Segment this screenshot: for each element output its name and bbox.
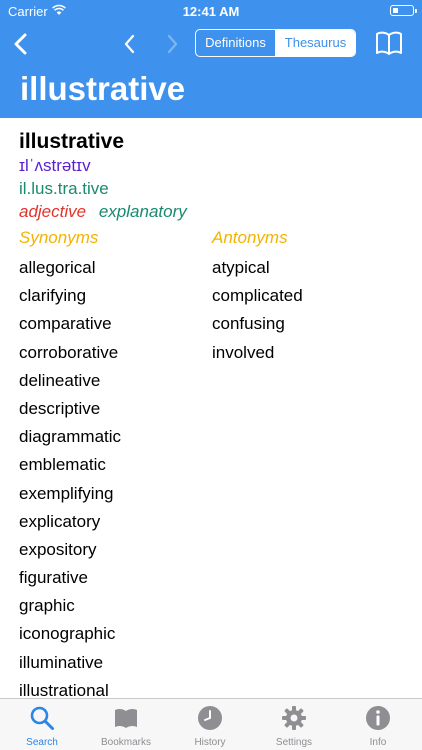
tab-label: History — [194, 737, 226, 748]
back-icon[interactable] — [8, 30, 34, 58]
antonym-item[interactable]: atypical — [212, 254, 303, 282]
header: Carrier 12:41 AM Definitions Thesaurus i… — [0, 0, 422, 118]
tab-settings[interactable]: Settings — [252, 705, 336, 748]
synonym-item[interactable]: emblematic — [19, 451, 121, 479]
synonyms-list: allegorical clarifying comparative corro… — [19, 254, 121, 705]
synonym-item[interactable]: descriptive — [19, 395, 121, 423]
tab-label: Settings — [275, 737, 313, 748]
synonym-item[interactable]: graphic — [19, 592, 121, 620]
antonym-item[interactable]: confusing — [212, 310, 303, 338]
gear-icon — [282, 706, 306, 730]
antonyms-column: Antonyms atypical complicated confusing … — [212, 226, 303, 367]
bookmarks-icon — [115, 708, 137, 728]
synonym-item[interactable]: comparative — [19, 310, 121, 338]
previous-entry-icon[interactable] — [118, 30, 142, 58]
synonym-item[interactable]: figurative — [19, 564, 121, 592]
tab-label: Search — [26, 737, 58, 748]
synonym-item[interactable]: clarifying — [19, 282, 121, 310]
segment-definitions[interactable]: Definitions — [196, 30, 276, 56]
tab-label: Bookmarks — [100, 737, 151, 748]
tab-info[interactable]: Info — [336, 705, 420, 748]
search-icon — [30, 706, 54, 730]
synonym-item[interactable]: iconographic — [19, 620, 121, 648]
part-of-speech: adjective — [19, 202, 87, 221]
synonym-item[interactable]: delineative — [19, 367, 121, 395]
synonym-item[interactable]: explicatory — [19, 508, 121, 536]
tab-bookmarks[interactable]: Bookmarks — [84, 705, 168, 748]
antonyms-heading: Antonyms — [212, 228, 288, 247]
synonym-item[interactable]: allegorical — [19, 254, 121, 282]
antonyms-list: atypical complicated confusing involved — [212, 254, 303, 367]
antonym-item[interactable]: complicated — [212, 282, 303, 310]
synonym-item[interactable]: illuminative — [19, 649, 121, 677]
info-icon — [366, 706, 390, 730]
synonym-item[interactable]: corroborative — [19, 339, 121, 367]
syllabification: il.lus.tra.tive — [19, 179, 109, 198]
clock: 12:41 AM — [182, 4, 240, 19]
synonym-item[interactable]: expository — [19, 536, 121, 564]
history-icon — [198, 706, 222, 730]
mode-segmented-control: Definitions Thesaurus — [195, 29, 356, 57]
next-entry-icon[interactable] — [160, 30, 184, 58]
navigation-bar: Definitions Thesaurus — [0, 26, 422, 62]
tab-history[interactable]: History — [168, 705, 252, 748]
page-title: illustrative — [20, 70, 186, 107]
book-icon[interactable] — [374, 28, 404, 58]
synonym-item[interactable]: diagrammatic — [19, 423, 121, 451]
antonym-item[interactable]: involved — [212, 339, 303, 367]
part-of-speech-line: adjective explanatory — [19, 202, 409, 226]
synonym-item[interactable]: exemplifying — [19, 480, 121, 508]
battery-icon — [390, 5, 417, 16]
sense-label: explanatory — [98, 202, 187, 221]
headword: illustrative — [19, 130, 125, 153]
segment-thesaurus[interactable]: Thesaurus — [276, 30, 355, 56]
status-bar: Carrier 12:41 AM — [0, 0, 422, 22]
pronunciation: ɪlˈʌstrətɪv — [19, 156, 91, 175]
synonyms-column: Synonyms allegorical clarifying comparat… — [19, 226, 121, 705]
tab-label: Info — [369, 737, 387, 748]
tab-bar: Search Bookmarks History Settings Info — [0, 698, 422, 750]
synonyms-heading: Synonyms — [19, 228, 99, 247]
tab-search[interactable]: Search — [0, 705, 84, 748]
entry-content: illustrative ɪlˈʌstrətɪv il.lus.tra.tive… — [19, 130, 409, 700]
